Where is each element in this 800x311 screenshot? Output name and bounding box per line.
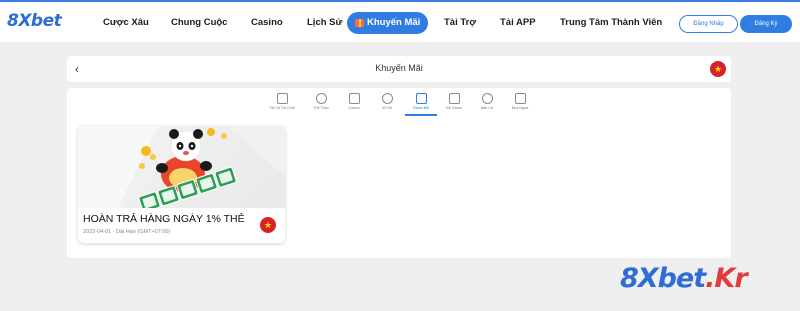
- promo-card[interactable]: HOÀN TRẢ HÀNG NGÀY 1% THẺ 2023-04-01 - D…: [78, 126, 285, 243]
- tab-label: Bắn Cá: [481, 106, 493, 110]
- page-header-bar: ‹ Khuyến Mãi ★: [67, 56, 731, 82]
- tab-casino[interactable]: Casino: [339, 91, 369, 117]
- nav-chung-cuoc[interactable]: Chung Cuộc: [171, 12, 227, 34]
- logo-text: 8Xbet: [7, 11, 62, 31]
- tab-esl-game[interactable]: Esl Game: [439, 91, 469, 117]
- fish-icon: [481, 93, 493, 104]
- login-button[interactable]: Đăng Nhập: [679, 15, 738, 33]
- tab-all-games[interactable]: Tất Cả Trò Chơi: [267, 91, 297, 117]
- active-tab-indicator: [405, 114, 437, 116]
- panda-mahjong-illustration: [78, 126, 285, 213]
- tab-label: Tất Cả Trò Chơi: [269, 106, 295, 110]
- watermark-main: 8Xbet: [620, 263, 706, 294]
- vietnam-flag-icon[interactable]: ★: [710, 61, 726, 77]
- cards-icon: [348, 93, 360, 104]
- card-game-icon: [415, 93, 427, 104]
- ball-icon: [315, 93, 327, 104]
- tab-label: Esl Game: [446, 106, 462, 110]
- tab-fishing[interactable]: Bắn Cá: [472, 91, 502, 117]
- register-button[interactable]: Đăng Ký: [740, 15, 792, 33]
- page-title: Khuyến Mãi: [375, 63, 423, 73]
- lottery-icon: [381, 93, 393, 104]
- tab-label: Xổ Số: [382, 106, 392, 110]
- nav-lich-su[interactable]: Lịch Sử: [307, 12, 342, 34]
- tab-label: Thể Thao: [313, 106, 329, 110]
- nav-tai-app[interactable]: Tải APP: [500, 12, 536, 34]
- tab-label: Game Bài: [413, 106, 429, 110]
- promo-banner-image: [78, 126, 285, 213]
- tab-label: Đua Ngựa: [511, 106, 529, 110]
- site-logo[interactable]: 8Xbet: [7, 11, 62, 31]
- tab-sports[interactable]: Thể Thao: [306, 91, 336, 117]
- watermark-logo: 8Xbet.Kr: [620, 263, 748, 294]
- nav-khuyen-mai[interactable]: Khuyến Mãi: [347, 12, 429, 34]
- watermark-suffix: .Kr: [705, 263, 747, 294]
- nav-casino[interactable]: Casino: [251, 12, 283, 34]
- promo-title: HOÀN TRẢ HÀNG NGÀY 1% THẺ: [83, 213, 245, 225]
- gift-icon: [355, 19, 364, 27]
- tab-lottery[interactable]: Xổ Số: [372, 91, 402, 117]
- nav-khuyen-mai-label: Khuyến Mãi: [367, 17, 421, 28]
- tab-label: Casino: [348, 106, 360, 110]
- tab-horse-racing[interactable]: Đua Ngựa: [505, 91, 535, 117]
- top-header: 8Xbet Cược Xâu Chung Cuộc Casino Lịch Sử…: [0, 2, 800, 42]
- vietnam-flag-icon: ★: [260, 217, 276, 233]
- nav-cuoc-xau[interactable]: Cược Xâu: [103, 12, 149, 34]
- slot-icon: [448, 93, 460, 104]
- nav-trung-tam-thanh-vien[interactable]: Trung Tâm Thành Viên: [560, 12, 662, 34]
- grid-icon: [276, 93, 288, 104]
- promo-date: 2023-04-01 - Dài Hạn (GMT+07:00): [83, 229, 171, 235]
- horse-icon: [514, 93, 526, 104]
- nav-tai-tro[interactable]: Tài Trợ: [444, 12, 476, 34]
